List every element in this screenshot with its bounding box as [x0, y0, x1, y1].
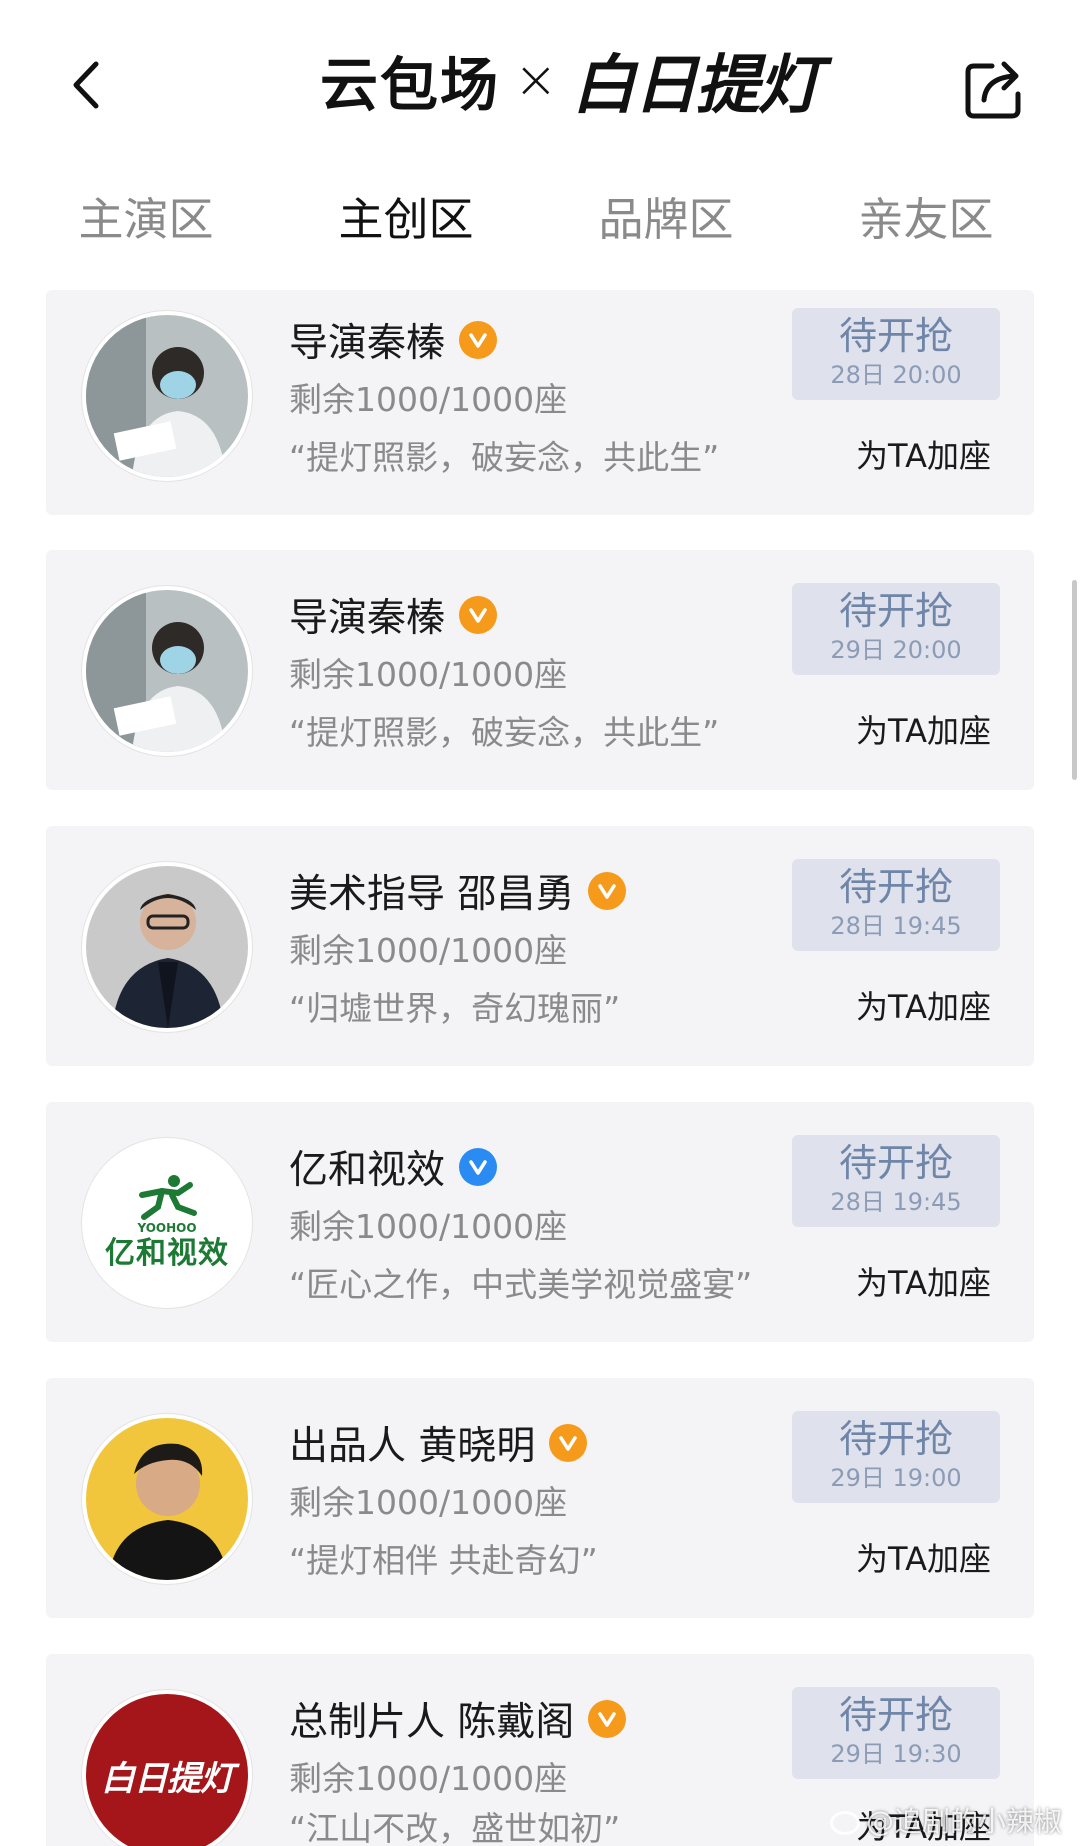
seat-count: 剩余1000/1000座: [289, 380, 568, 419]
grab-ticket-button[interactable]: 待开抢 29日 20:00: [792, 583, 1000, 675]
share-icon: [965, 61, 1021, 119]
seat-count: 剩余1000/1000座: [289, 1759, 568, 1798]
host-name: 亿和视效: [289, 1148, 446, 1193]
grab-ticket-button[interactable]: 待开抢 29日 19:30: [792, 1687, 1000, 1779]
add-seat-link[interactable]: 为TA加座: [856, 1258, 991, 1304]
person-avatar-icon: [86, 315, 248, 477]
add-seat-link[interactable]: 为TA加座: [856, 982, 991, 1028]
list-item: 导演秦榛 剩余1000/1000座 “提灯照影，破妄念，共此生” 待开抢 28日…: [46, 290, 1034, 515]
name-row: 总制片人 陈戴阁: [289, 1691, 627, 1747]
list-item: 出品人 黄晓明 剩余1000/1000座 “提灯相伴 共赴奇幻” 待开抢 29日…: [46, 1378, 1034, 1618]
name-row: 导演秦榛: [289, 587, 498, 643]
chevron-left-icon: [73, 61, 99, 109]
verified-badge-icon: [549, 1424, 588, 1462]
grab-ticket-label: 待开抢: [838, 1417, 953, 1461]
logo-subtext: YOOHOO: [137, 1221, 197, 1235]
name-row: 导演秦榛: [289, 312, 498, 368]
person-avatar-icon: [86, 1418, 248, 1580]
open-time: 29日 19:00: [830, 1464, 962, 1492]
tab-creators[interactable]: 主创区: [306, 180, 506, 260]
avatar: [82, 586, 252, 756]
host-name: 导演秦榛: [289, 321, 446, 366]
name-row: 出品人 黄晓明: [289, 1415, 588, 1471]
open-time: 28日 19:45: [830, 1188, 962, 1216]
host-quote: “匠心之作，中式美学视觉盛宴”: [289, 1265, 753, 1304]
seat-count: 剩余1000/1000座: [289, 655, 568, 694]
list-item: YOOHOO 亿和视效 亿和视效 剩余1000/1000座 “匠心之作，中式美学…: [46, 1102, 1034, 1342]
open-time: 28日 20:00: [830, 361, 962, 389]
avatar: [82, 1414, 252, 1584]
watermark: @追剧的小辣椒: [830, 1800, 1062, 1840]
tab-friends[interactable]: 亲友区: [826, 180, 1026, 260]
add-seat-link[interactable]: 为TA加座: [856, 706, 991, 752]
add-seat-link[interactable]: 为TA加座: [856, 1534, 991, 1580]
scrollbar[interactable]: [1072, 580, 1077, 780]
add-seat-link[interactable]: 为TA加座: [856, 431, 991, 477]
name-row: 美术指导 邵昌勇: [289, 863, 627, 919]
logo-text: 亿和视效: [105, 1236, 229, 1271]
open-time: 29日 19:30: [830, 1740, 962, 1768]
host-name: 美术指导 邵昌勇: [289, 872, 575, 917]
verified-badge-icon: [588, 872, 627, 910]
host-quote: “提灯相伴 共赴奇幻”: [289, 1541, 598, 1580]
list-item: 导演秦榛 剩余1000/1000座 “提灯照影，破妄念，共此生” 待开抢 29日…: [46, 550, 1034, 790]
grab-ticket-label: 待开抢: [838, 1141, 953, 1185]
logo-text: 白日提灯: [101, 1758, 234, 1799]
person-avatar-icon: [86, 590, 248, 752]
open-time: 28日 19:45: [830, 912, 962, 940]
open-time: 29日 20:00: [830, 636, 962, 664]
grab-ticket-label: 待开抢: [838, 1693, 953, 1737]
brand-logo: 云包场 × 白日提灯: [320, 38, 822, 123]
brand-left-text: 云包场: [320, 51, 501, 119]
host-quote: “提灯照影，破妄念，共此生”: [289, 438, 720, 477]
grab-ticket-button[interactable]: 待开抢 28日 20:00: [792, 308, 1000, 400]
avatar: [82, 311, 252, 481]
watermark-text: @追剧的小辣椒: [866, 1805, 1063, 1838]
list-item: 美术指导 邵昌勇 剩余1000/1000座 “归墟世界，奇幻瑰丽” 待开抢 28…: [46, 826, 1034, 1066]
tab-lead-actors[interactable]: 主演区: [46, 180, 246, 260]
verified-badge-icon: [588, 1700, 627, 1738]
seat-count: 剩余1000/1000座: [289, 1207, 568, 1246]
grab-ticket-label: 待开抢: [838, 589, 953, 633]
brand-right-text: 白日提灯: [571, 48, 822, 123]
seat-count: 剩余1000/1000座: [289, 931, 568, 970]
person-avatar-icon: [86, 866, 248, 1028]
tab-brands[interactable]: 品牌区: [566, 180, 766, 260]
host-name: 导演秦榛: [289, 596, 446, 641]
grab-ticket-label: 待开抢: [838, 865, 953, 909]
back-button[interactable]: [55, 55, 115, 115]
weibo-icon: [830, 1811, 860, 1835]
host-quote: “归墟世界，奇幻瑰丽”: [289, 989, 621, 1028]
verified-badge-icon: [459, 1148, 498, 1186]
avatar: YOOHOO 亿和视效: [82, 1138, 252, 1308]
share-button[interactable]: [962, 56, 1028, 122]
host-name: 总制片人 陈戴阁: [289, 1700, 575, 1745]
avatar: 白日提灯: [82, 1690, 252, 1846]
brand-separator: ×: [514, 50, 558, 110]
name-row: 亿和视效: [289, 1139, 498, 1195]
grab-ticket-button[interactable]: 待开抢 28日 19:45: [792, 859, 1000, 951]
runner-logo-icon: [139, 1175, 197, 1220]
host-name: 出品人 黄晓明: [289, 1424, 536, 1469]
host-quote: “江山不改，盛世如初”: [289, 1809, 621, 1846]
grab-ticket-button[interactable]: 待开抢 28日 19:45: [792, 1135, 1000, 1227]
host-quote: “提灯照影，破妄念，共此生”: [289, 713, 720, 752]
verified-badge-icon: [459, 596, 498, 634]
avatar: [82, 862, 252, 1032]
category-tabs: 主演区 主创区 品牌区 亲友区: [0, 180, 1080, 260]
grab-ticket-button[interactable]: 待开抢 29日 19:00: [792, 1411, 1000, 1503]
verified-badge-icon: [459, 321, 498, 359]
grab-ticket-label: 待开抢: [838, 314, 953, 358]
top-bar: 云包场 × 白日提灯: [0, 0, 1080, 160]
seat-count: 剩余1000/1000座: [289, 1483, 568, 1522]
